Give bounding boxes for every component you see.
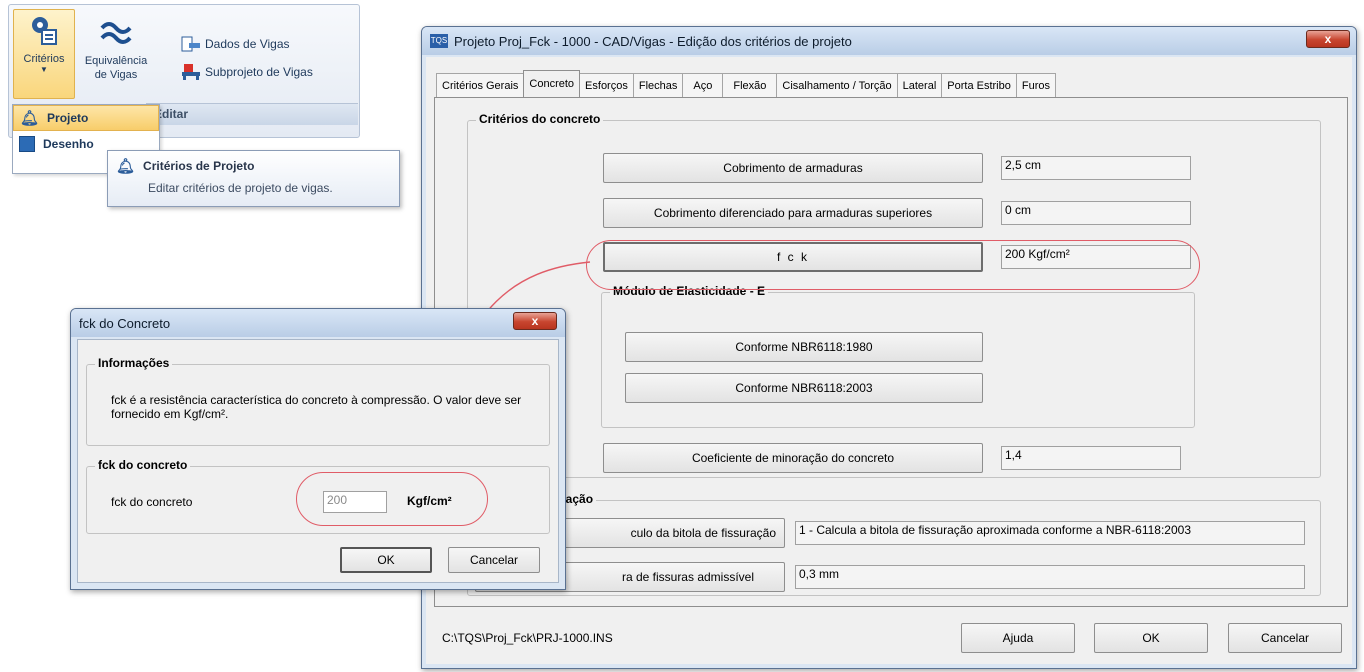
criterios-label: Critérios [23,53,65,65]
criterios-icon [32,17,57,45]
tab-lateral[interactable]: Lateral [896,73,943,97]
beam-data-icon [181,36,200,52]
menu-item-desenho-label: Desenho [43,137,94,151]
tab-esforcos[interactable]: Esforços [579,73,634,97]
tab-aco[interactable]: Aço [682,73,724,97]
equivalencia-label: Equivalência de Vigas [84,55,148,81]
group-informacoes-title: Informações [95,356,173,370]
nbr2003-button[interactable]: Conforme NBR6118:2003 [625,373,983,403]
tab-flechas[interactable]: Flechas [632,73,684,97]
coeficiente-field[interactable]: 1,4 [1001,446,1181,470]
drawing-icon [19,136,35,152]
calculo-bitola-field[interactable]: 1 - Calcula a bitola de fissuração aprox… [795,521,1305,545]
subprojeto-vigas-button[interactable]: Subprojeto de Vigas [181,63,313,81]
bell-icon: 🔔︎ [116,158,136,175]
tooltip-description: Editar critérios de projeto de vigas. [148,181,333,195]
nbr1980-button[interactable]: Conforme NBR6118:1980 [625,332,983,362]
approx-equal-icon [100,22,132,44]
cancelar-button[interactable]: Cancelar [1228,623,1342,653]
fck-dialog-titlebar: fck do Concreto [71,309,565,337]
group-informacoes: Informações fck é a resistência caracter… [86,356,550,446]
subprojeto-vigas-label: Subprojeto de Vigas [205,65,313,79]
close-button[interactable]: x [1306,30,1350,48]
menu-item-projeto[interactable]: 🔔︎ Projeto [13,105,159,131]
bell-icon: 🔔︎ [20,110,40,127]
ajuda-button[interactable]: Ajuda [961,623,1075,653]
tab-flexao[interactable]: Flexão [722,73,778,97]
tooltip-title: Critérios de Projeto [143,159,255,173]
group-fck-concreto-title: fck do concreto [95,458,191,472]
tab-furos[interactable]: Furos [1015,73,1056,97]
menu-item-projeto-label: Projeto [47,111,89,125]
dados-vigas-label: Dados de Vigas [205,37,290,51]
criterios-button[interactable]: Critérios ▼ [13,9,75,99]
fck-input-highlight-ellipse [296,472,488,526]
file-path: C:\TQS\Proj_Fck\PRJ-1000.INS [442,631,613,645]
app-icon: TQS [430,34,448,48]
fck-highlight-ellipse [586,240,1200,290]
tab-porta-estribo[interactable]: Porta Estribo [941,73,1017,97]
group-criterios-concreto-title: Critérios do concreto [476,112,604,126]
cobrimento-diferenciado-button[interactable]: Cobrimento diferenciado para armaduras s… [603,198,983,228]
window-title: Projeto Proj_Fck - 1000 - CAD/Vigas - Ed… [454,33,852,49]
criteria-window-titlebar: TQS Projeto Proj_Fck - 1000 - CAD/Vigas … [422,27,1356,55]
fck-dialog-ok-button[interactable]: OK [340,547,432,573]
cobrimento-field[interactable]: 2,5 cm [1001,156,1191,180]
tooltip: 🔔︎ Critérios de Projeto Editar critérios… [107,150,400,207]
equivalencia-button[interactable]: Equivalência de Vigas [79,9,153,99]
dados-vigas-button[interactable]: Dados de Vigas [181,35,290,53]
info-text: fck é a resistência característica do co… [111,393,522,421]
ok-button[interactable]: OK [1094,623,1208,653]
tab-cisalhamento[interactable]: Cisalhamento / Torção [776,73,898,97]
fck-dialog-title: fck do Concreto [79,315,171,331]
coeficiente-button[interactable]: Coeficiente de minoração do concreto [603,443,983,473]
fck-dialog-close-button[interactable]: x [513,312,557,330]
tab-criterios-gerais[interactable]: Critérios Gerais [436,73,525,97]
subproject-icon [182,64,200,80]
chevron-down-icon: ▼ [40,65,48,74]
tab-strip: Critérios Gerais Concreto Esforços Flech… [436,70,1056,97]
tab-concreto[interactable]: Concreto [523,70,581,97]
fck-dialog: fck do Concreto x Informações fck é a re… [70,308,566,590]
fck-dialog-client: Informações fck é a resistência caracter… [77,339,559,583]
cobrimento-button[interactable]: Cobrimento de armaduras [603,153,983,183]
abertura-fissuras-field[interactable]: 0,3 mm [795,565,1305,589]
cobrimento-diferenciado-field[interactable]: 0 cm [1001,201,1191,225]
ribbon-group-editar: Editar [146,103,358,125]
fck-dialog-cancelar-button[interactable]: Cancelar [448,547,540,573]
fck-concreto-label: fck do concreto [111,495,193,509]
